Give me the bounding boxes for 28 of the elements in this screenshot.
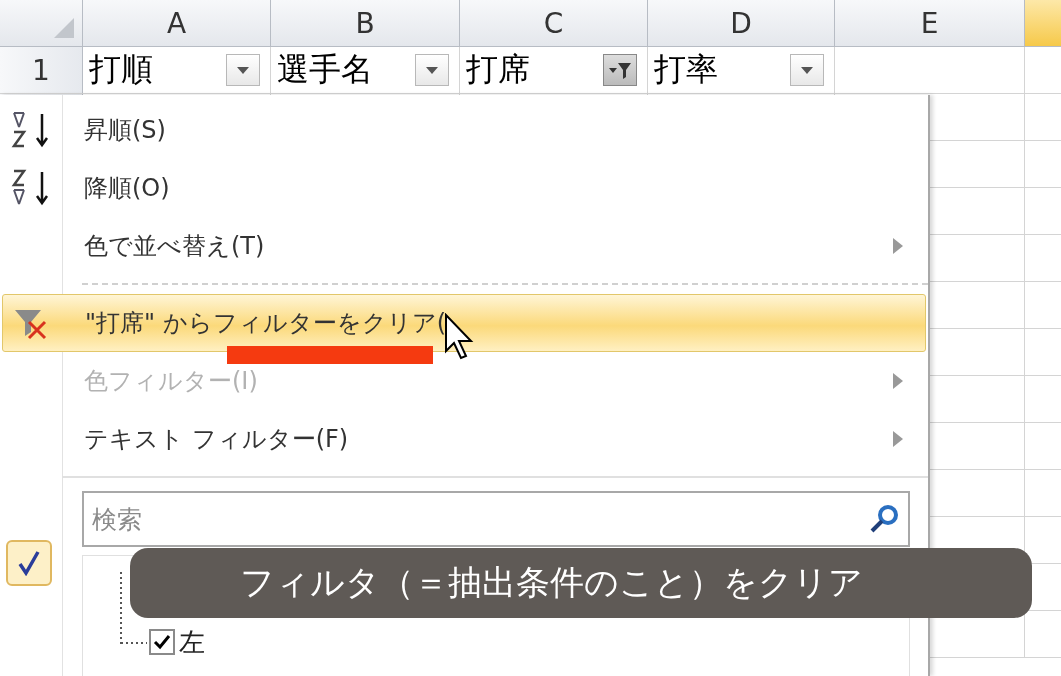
dropdown-arrow-icon [800,65,814,75]
column-header[interactable]: C [460,0,648,46]
menu-item[interactable]: 降順(O) [2,159,926,217]
subtitle-caption: フィルタ（＝抽出条件のこと）をクリア [130,548,1032,618]
filter-dropdown-button[interactable] [415,54,449,86]
table-cell-text: 打順 [89,49,153,90]
dropdown-arrow-icon [236,65,250,75]
row-header[interactable]: 1 [0,47,83,93]
filter-dropdown-button[interactable] [790,54,824,86]
value-label: 左 [179,625,205,659]
filter-dropdown-button[interactable] [603,54,637,86]
filter-dropdown-button[interactable] [226,54,260,86]
table-cell-text: 打席 [466,49,530,90]
table-cell-text: 打率 [654,49,718,90]
menu-item[interactable]: 色で並べ替え(T) [2,217,926,275]
dropdown-arrow-icon [425,65,439,75]
menu-item[interactable]: 昇順(S) [2,101,926,159]
checkbox[interactable] [149,629,175,655]
column-header[interactable]: B [271,0,460,46]
search-icon [868,503,900,535]
column-header[interactable]: A [83,0,271,46]
menu-item[interactable]: テキスト フィルター(F) [2,410,926,468]
funnel-icon [607,60,633,80]
checkmark-icon [6,540,52,586]
mouse-pointer-icon [444,313,475,361]
search-field[interactable]: 検索 [82,491,910,547]
column-header[interactable]: D [648,0,835,46]
table-cell-text: 選手名 [277,49,373,90]
